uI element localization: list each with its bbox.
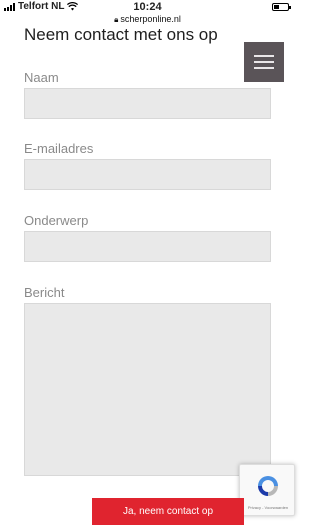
hamburger-icon — [254, 55, 274, 57]
menu-button[interactable] — [244, 42, 284, 82]
name-label: Naam — [24, 70, 59, 85]
subject-label: Onderwerp — [24, 213, 89, 228]
email-field[interactable] — [24, 159, 271, 190]
email-label: E-mailadres — [24, 141, 94, 156]
battery-icon — [272, 3, 291, 11]
recaptcha-footer: Privacy - Voorwaarden — [247, 505, 289, 510]
recaptcha-badge[interactable]: Privacy - Voorwaarden — [239, 464, 295, 516]
recaptcha-icon — [258, 476, 278, 496]
subject-field[interactable] — [24, 231, 271, 262]
url-bar[interactable]: 🔒︎ scherponline.nl — [0, 14, 295, 25]
submit-button[interactable]: Ja, neem contact op — [92, 498, 244, 525]
url-text: scherponline.nl — [120, 14, 181, 24]
status-bar: Telfort NL 10:24 🔒︎ scherponline.nl — [0, 0, 295, 28]
page-title: Neem contact met ons op — [24, 25, 218, 44]
message-label: Bericht — [24, 285, 65, 300]
name-field[interactable] — [24, 88, 271, 119]
battery-level — [274, 5, 279, 9]
clock: 10:24 — [133, 1, 162, 13]
lock-icon: 🔒︎ — [114, 15, 119, 24]
message-field[interactable] — [24, 303, 271, 476]
